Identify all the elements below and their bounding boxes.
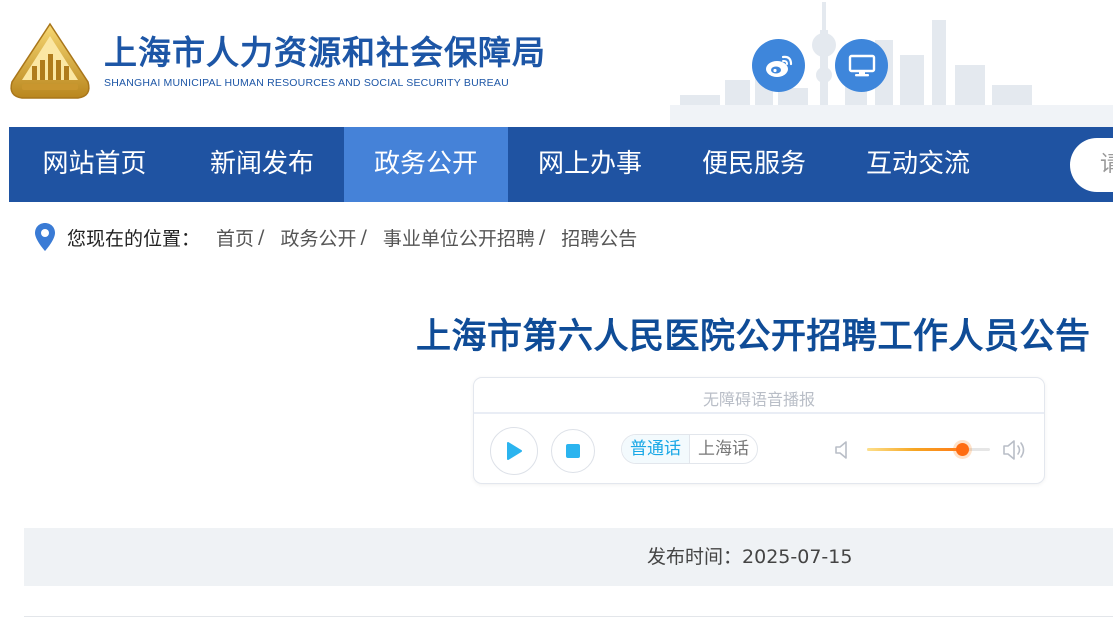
article-title: 上海市第六人民医院公开招聘工作人员公告 [416,317,1091,357]
language-toggle: 普通话 上海话 [621,434,758,464]
content-divider [24,616,1113,617]
volume-slider[interactable] [867,443,990,456]
stop-button[interactable] [551,429,595,473]
language-option-mandarin[interactable]: 普通话 [622,435,690,463]
weibo-icon [765,55,792,77]
nav-item-news[interactable]: 新闻发布 [180,127,344,202]
site-title[interactable]: 上海市人力资源和社会保障局 [104,26,546,74]
nav-item-interaction[interactable]: 互动交流 [836,127,1000,202]
publish-date-label: 发布时间： [647,546,743,568]
site-header: 上海市人力资源和社会保障局 SHANGHAI MUNICIPAL HUMAN R… [0,0,1113,127]
site-subtitle: SHANGHAI MUNICIPAL HUMAN RESOURCES AND S… [104,77,509,89]
pc-version-button[interactable] [835,39,888,92]
weibo-button[interactable] [752,39,805,92]
breadcrumb-announcements[interactable]: 招聘公告 [561,224,637,251]
nav-item-gov-affairs[interactable]: 政务公开 [344,127,508,202]
search-input[interactable]: 请 [1070,138,1113,192]
volume-high-icon[interactable] [1002,437,1028,463]
bureau-emblem-icon[interactable] [8,22,92,100]
breadcrumb-separator: / [538,226,546,248]
city-skyline-decoration [670,2,1113,127]
breadcrumb-prefix: 您现在的位置： [67,227,201,250]
stop-icon [566,444,580,458]
nav-item-home[interactable]: 网站首页 [9,127,180,202]
breadcrumb: 您现在的位置： 首页 / 政务公开 / 事业单位公开招聘 / 招聘公告 [34,222,637,252]
breadcrumb-gov-affairs[interactable]: 政务公开 [280,224,356,251]
main-nav: 网站首页 新闻发布 政务公开 网上办事 便民服务 互动交流 请 [9,127,1113,202]
breadcrumb-home[interactable]: 首页 [216,224,254,251]
publish-date-value: 2025-07-15 [742,546,853,568]
volume-slider-handle[interactable] [955,443,969,456]
breadcrumb-recruitment[interactable]: 事业单位公开招聘 [383,224,535,251]
publish-info-bar: 发布时间：2025-07-15 [24,528,1113,586]
audio-divider [474,412,1044,414]
audio-player: 无障碍语音播报 普通话 上海话 [473,377,1045,484]
play-icon [507,442,522,460]
nav-item-public-services[interactable]: 便民服务 [672,127,836,202]
audio-player-label: 无障碍语音播报 [702,390,815,409]
volume-slider-fill [867,448,962,451]
play-button[interactable] [490,427,538,475]
publish-date: 发布时间：2025-07-15 [647,528,852,586]
breadcrumb-separator: / [360,226,367,248]
language-option-shanghainese[interactable]: 上海话 [690,435,757,463]
nav-item-online-services[interactable]: 网上办事 [508,127,672,202]
volume-low-icon[interactable] [834,439,854,461]
breadcrumb-separator: / [258,226,265,248]
monitor-icon [848,54,875,76]
location-pin-icon [35,223,55,251]
